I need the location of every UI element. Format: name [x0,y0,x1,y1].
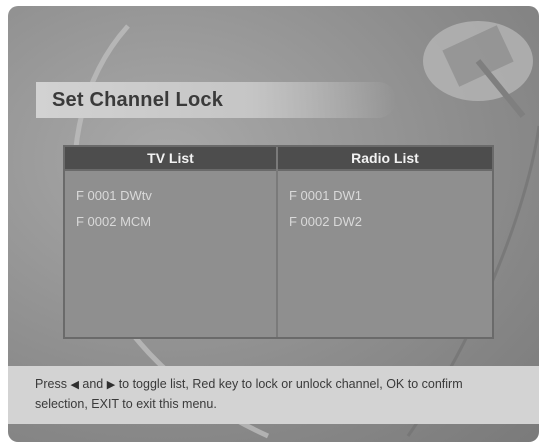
radio-channel-item[interactable]: F 0002 DW2 [289,209,492,235]
menu-title-bar: Set Channel Lock [36,82,396,118]
help-band: Press ◀ and ▶ to toggle list, Red key to… [8,366,539,424]
help-text-part: and [82,377,104,391]
help-text: Press ◀ and ▶ to toggle list, Red key to… [35,375,515,414]
help-text-part: Press [35,377,67,391]
channel-lists-panel: TV List F 0001 DWtv F 0002 MCM Radio Lis… [63,145,494,339]
right-arrow-icon: ▶ [106,379,116,391]
radio-list-header[interactable]: Radio List [278,147,492,171]
satellite-dish-icon [423,21,533,118]
tv-screen: Set Channel Lock TV List F 0001 DWtv F 0… [8,6,539,442]
left-arrow-icon: ◀ [70,379,79,391]
radio-channel-item[interactable]: F 0001 DW1 [289,183,492,209]
tv-channel-item[interactable]: F 0001 DWtv [76,183,276,209]
tv-list-header[interactable]: TV List [65,147,276,171]
radio-list-column[interactable]: Radio List F 0001 DW1 F 0002 DW2 [278,147,492,337]
tv-channel-item[interactable]: F 0002 MCM [76,209,276,235]
tv-list-column[interactable]: TV List F 0001 DWtv F 0002 MCM [65,147,278,337]
page-title: Set Channel Lock [52,89,224,111]
